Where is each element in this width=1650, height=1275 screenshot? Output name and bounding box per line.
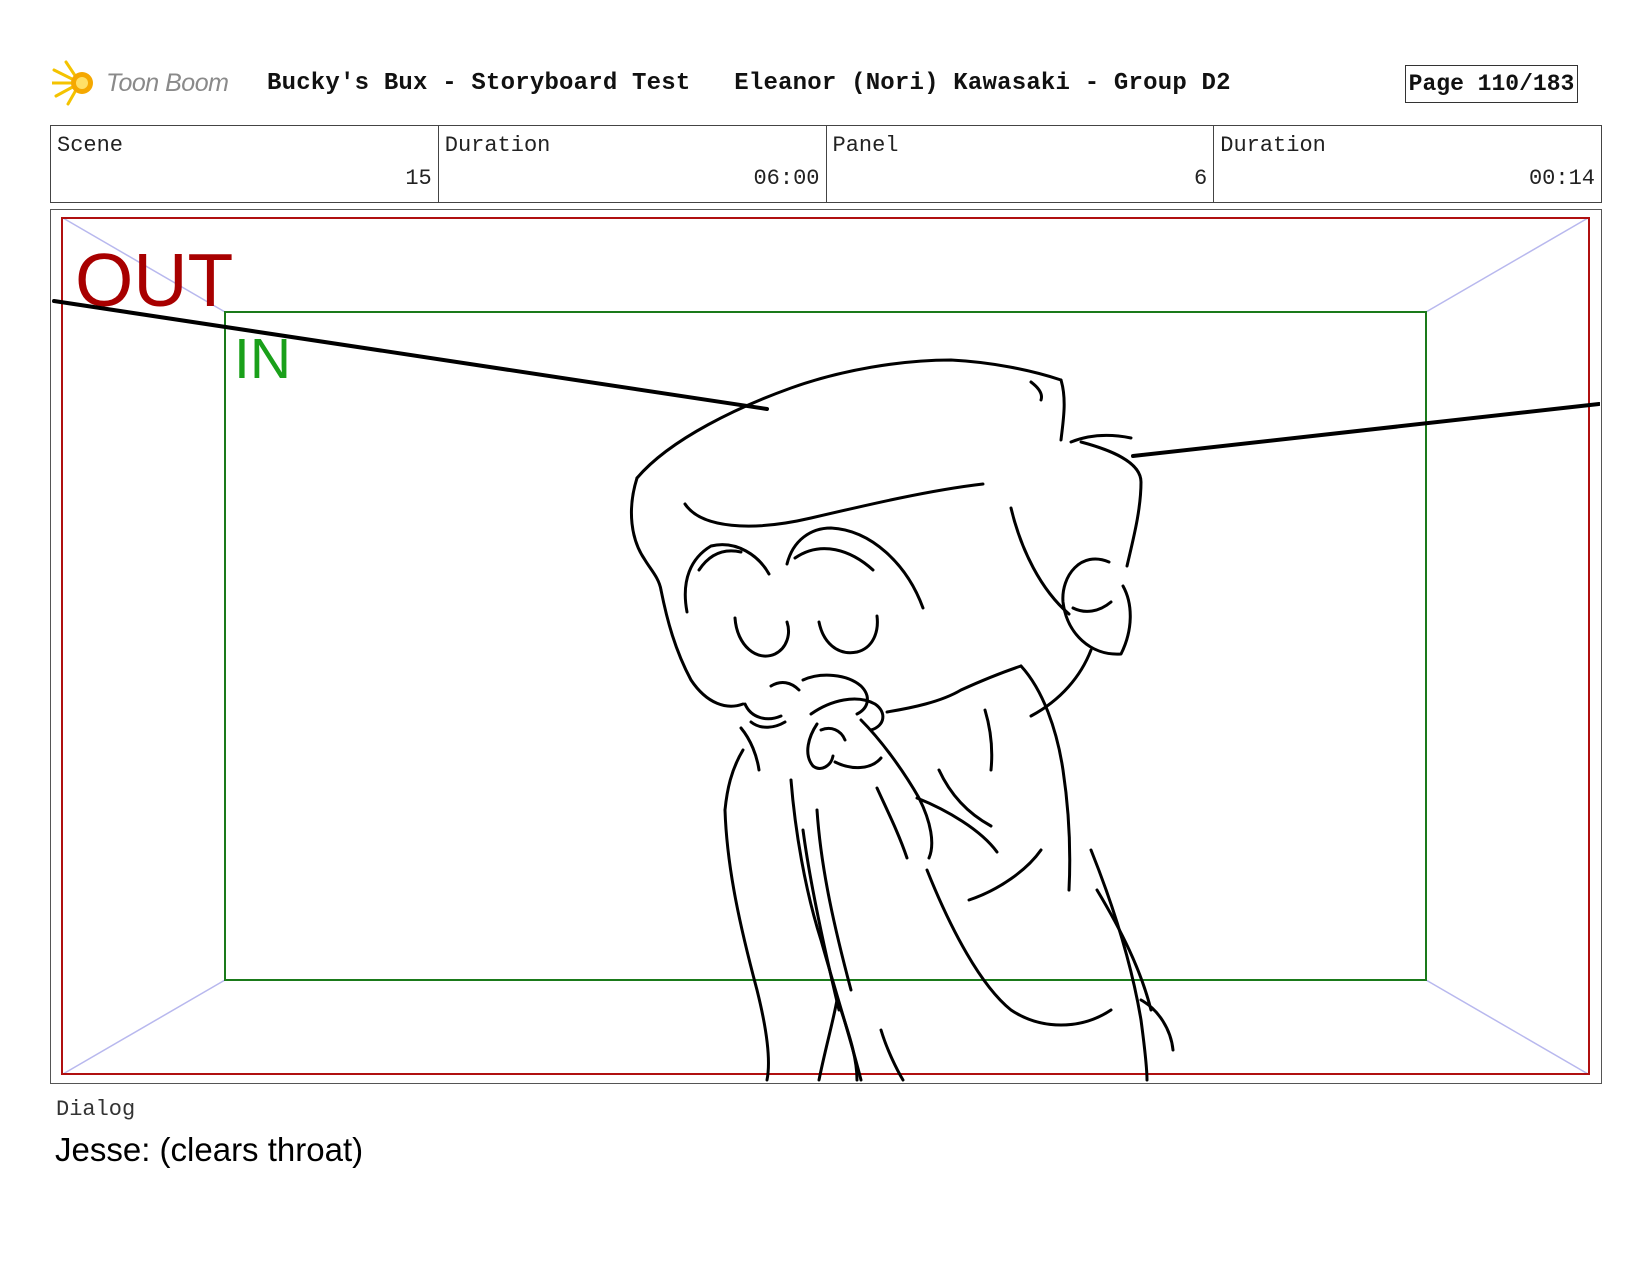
panel-value: 6 <box>1194 166 1208 191</box>
storyboard-panel: OUT IN <box>50 209 1602 1084</box>
scene-duration-cell: Duration 06:00 <box>439 126 827 202</box>
page-header: Toon Boom Bucky's Bux - Storyboard Test … <box>52 56 1602 114</box>
logo-text: Toon Boom <box>106 68 229 97</box>
page-number: Page 110/183 <box>1405 65 1578 103</box>
scene-duration-value: 06:00 <box>753 166 820 191</box>
panel-cell: Panel 6 <box>827 126 1215 202</box>
scene-cell: Scene 15 <box>51 126 439 202</box>
panel-duration-cell: Duration 00:14 <box>1214 126 1601 202</box>
panel-drawing: OUT IN <box>52 217 1600 1082</box>
toon-boom-logo: Toon Boom <box>52 58 229 108</box>
star-burst-icon <box>52 60 93 106</box>
dialog-label: Dialog <box>56 1097 136 1122</box>
panel-label: Panel <box>832 133 899 158</box>
document-title: Bucky's Bux - Storyboard Test Eleanor (N… <box>267 70 1231 97</box>
panel-info-table: Scene 15 Duration 06:00 Panel 6 Duration… <box>50 125 1602 203</box>
panel-duration-value: 00:14 <box>1528 166 1595 191</box>
character-sketch <box>629 358 1175 1082</box>
panel-duration-label: Duration <box>1220 133 1326 158</box>
scene-value: 15 <box>405 166 432 191</box>
dialog-text: Jesse: (clears throat) <box>55 1131 364 1168</box>
scene-duration-label: Duration <box>444 133 551 158</box>
scene-label: Scene <box>57 133 124 158</box>
